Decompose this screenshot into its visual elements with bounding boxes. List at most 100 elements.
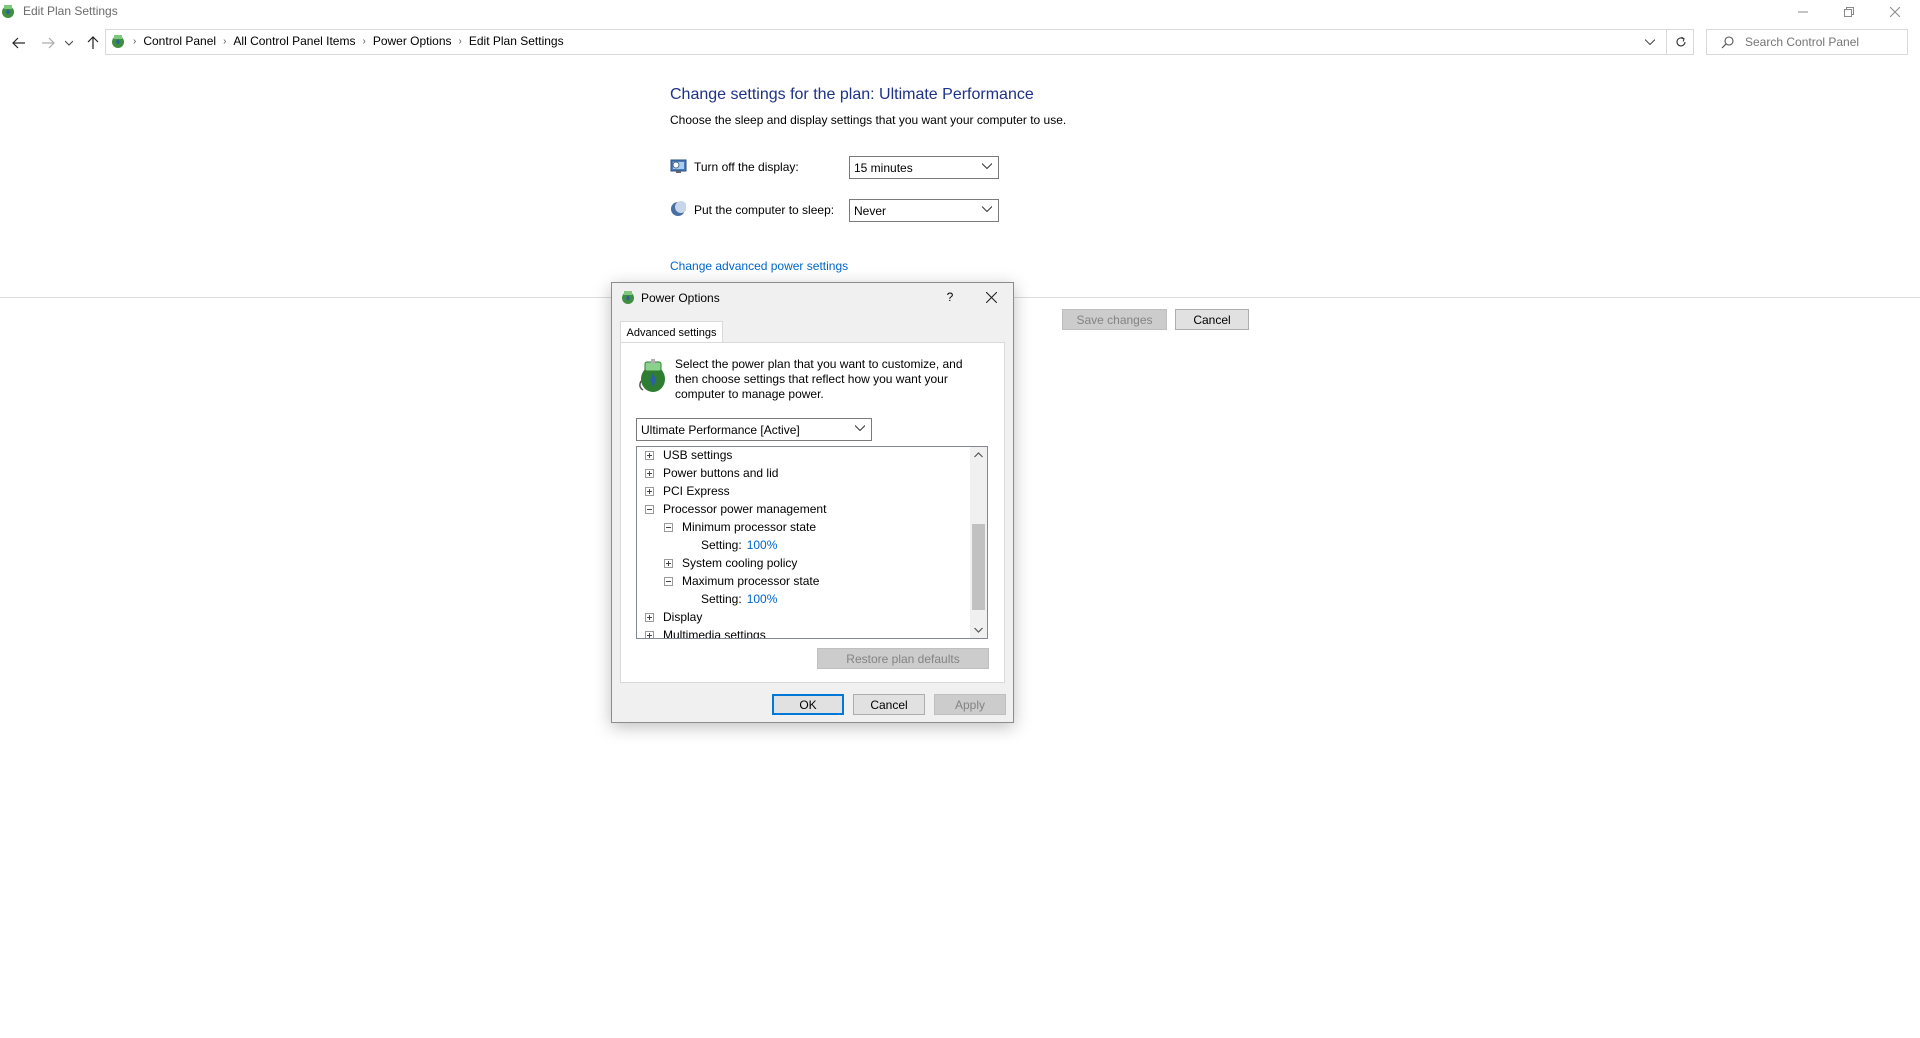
tree-item-processor-power[interactable]: Processor power management [645, 500, 826, 518]
page-subtitle: Choose the sleep and display settings th… [670, 113, 1067, 127]
close-icon [985, 291, 997, 303]
minimize-button[interactable] [1780, 0, 1826, 24]
tree-item-label: USB settings [663, 448, 733, 462]
tree-scrollbar[interactable] [970, 447, 987, 638]
tree-item-label: Multimedia settings [663, 628, 766, 639]
setting-label: Setting: [701, 538, 742, 552]
cancel-button[interactable]: Cancel [1175, 309, 1249, 330]
power-plan-value: Ultimate Performance [Active] [641, 422, 800, 437]
minimize-icon [1798, 11, 1808, 13]
advanced-settings-link[interactable]: Change advanced power settings [670, 259, 848, 273]
refresh-button[interactable] [1666, 29, 1694, 55]
power-plan-select[interactable]: Ultimate Performance [Active] [636, 418, 872, 441]
tab-advanced-settings[interactable]: Advanced settings [620, 321, 723, 343]
collapse-icon[interactable] [645, 504, 654, 514]
display-timeout-label: Turn off the display: [694, 160, 799, 174]
chevron-down-icon [982, 206, 992, 212]
tree-item-label: Minimum processor state [682, 520, 817, 534]
setting-value[interactable]: 100% [747, 538, 778, 552]
close-button[interactable] [1872, 0, 1918, 24]
tree-item-power-buttons[interactable]: Power buttons and lid [645, 464, 778, 482]
tree-item-pci-express[interactable]: PCI Express [645, 482, 730, 500]
breadcrumb-power-options[interactable]: Power Options [368, 34, 457, 48]
breadcrumb-separator[interactable]: › [126, 36, 138, 47]
sleep-timeout-label: Put the computer to sleep: [694, 203, 835, 217]
breadcrumb: › Control Panel › All Control Panel Item… [110, 33, 569, 49]
forward-button[interactable] [37, 32, 59, 54]
restore-defaults-button[interactable]: Restore plan defaults [817, 648, 989, 669]
forward-arrow-icon [42, 37, 55, 49]
chevron-down-icon [1645, 39, 1655, 45]
tree-item-label: Maximum processor state [682, 574, 820, 588]
breadcrumb-edit-plan-settings[interactable]: Edit Plan Settings [464, 34, 569, 48]
tree-item-multimedia[interactable]: Multimedia settings [645, 626, 766, 639]
scroll-down-icon[interactable] [974, 627, 983, 633]
instruction-text: Select the power plan that you want to c… [675, 357, 963, 401]
scroll-thumb[interactable] [972, 524, 985, 610]
apply-button[interactable]: Apply [934, 694, 1006, 715]
back-button[interactable] [8, 32, 30, 54]
search-input[interactable] [1745, 35, 1900, 49]
dialog-title: Power Options [641, 291, 720, 305]
scroll-up-icon[interactable] [974, 452, 983, 458]
collapse-icon[interactable] [664, 576, 673, 586]
tree-item-label: PCI Express [663, 484, 730, 498]
recent-locations-button[interactable] [62, 32, 76, 54]
dialog-close-button[interactable] [973, 285, 1009, 309]
power-options-dialog: Power Options ? Advanced settings Select… [611, 282, 1014, 723]
breadcrumb-control-panel[interactable]: Control Panel [138, 34, 221, 48]
tree-item-cooling-policy[interactable]: System cooling policy [664, 554, 797, 572]
moon-sleep-icon [671, 201, 686, 216]
address-dropdown-button[interactable] [1641, 32, 1659, 52]
expand-icon[interactable] [645, 486, 654, 496]
ok-button[interactable]: OK [772, 694, 844, 715]
tree-item-label: Processor power management [663, 502, 827, 516]
tree-item-min-setting[interactable]: Setting: 100% [701, 536, 777, 554]
expand-icon[interactable] [645, 630, 654, 638]
chevron-down-icon [65, 40, 73, 46]
sleep-timeout-select[interactable]: Never [849, 199, 999, 222]
chevron-down-icon [982, 163, 992, 169]
search-box[interactable] [1706, 29, 1908, 55]
tree-item-min-processor-state[interactable]: Minimum processor state [664, 518, 816, 536]
restore-button[interactable] [1826, 0, 1872, 24]
display-timeout-value: 15 minutes [854, 160, 913, 175]
chevron-down-icon [855, 425, 865, 431]
breadcrumb-separator[interactable]: › [360, 36, 367, 47]
breadcrumb-all-items[interactable]: All Control Panel Items [228, 34, 360, 48]
breadcrumb-separator[interactable]: › [457, 36, 464, 47]
power-plan-icon [639, 359, 665, 392]
search-icon [1721, 36, 1734, 49]
monitor-icon [670, 159, 687, 173]
settings-tree[interactable]: USB settings Power buttons and lid PCI E… [636, 446, 988, 639]
window-title: Edit Plan Settings [23, 4, 118, 18]
expand-icon[interactable] [645, 468, 654, 478]
back-arrow-icon [12, 37, 25, 49]
setting-label: Setting: [701, 592, 742, 606]
tree-item-max-setting[interactable]: Setting: 100% [701, 590, 777, 608]
tree-item-usb-settings[interactable]: USB settings [645, 447, 733, 464]
sleep-timeout-value: Never [854, 203, 887, 218]
tree-item-label: Display [663, 610, 703, 624]
dialog-cancel-button[interactable]: Cancel [853, 694, 925, 715]
power-options-icon [622, 291, 634, 304]
expand-icon[interactable] [645, 450, 654, 460]
breadcrumb-separator[interactable]: › [221, 36, 228, 47]
save-changes-button[interactable]: Save changes [1062, 309, 1167, 330]
expand-icon[interactable] [664, 558, 673, 568]
collapse-icon[interactable] [664, 522, 673, 532]
title-bar: Edit Plan Settings [0, 0, 1920, 24]
up-button[interactable] [82, 32, 104, 54]
setting-value[interactable]: 100% [747, 592, 778, 606]
display-timeout-select[interactable]: 15 minutes [849, 156, 999, 179]
expand-icon[interactable] [645, 612, 654, 622]
tree-item-max-processor-state[interactable]: Maximum processor state [664, 572, 819, 590]
tree-item-label: Power buttons and lid [663, 466, 779, 480]
help-button[interactable]: ? [935, 285, 965, 309]
tree-item-display[interactable]: Display [645, 608, 702, 626]
tree-item-label: System cooling policy [682, 556, 798, 570]
refresh-icon [1676, 36, 1686, 47]
close-icon [1890, 7, 1900, 17]
control-panel-icon [112, 35, 124, 48]
up-arrow-icon [87, 36, 99, 49]
